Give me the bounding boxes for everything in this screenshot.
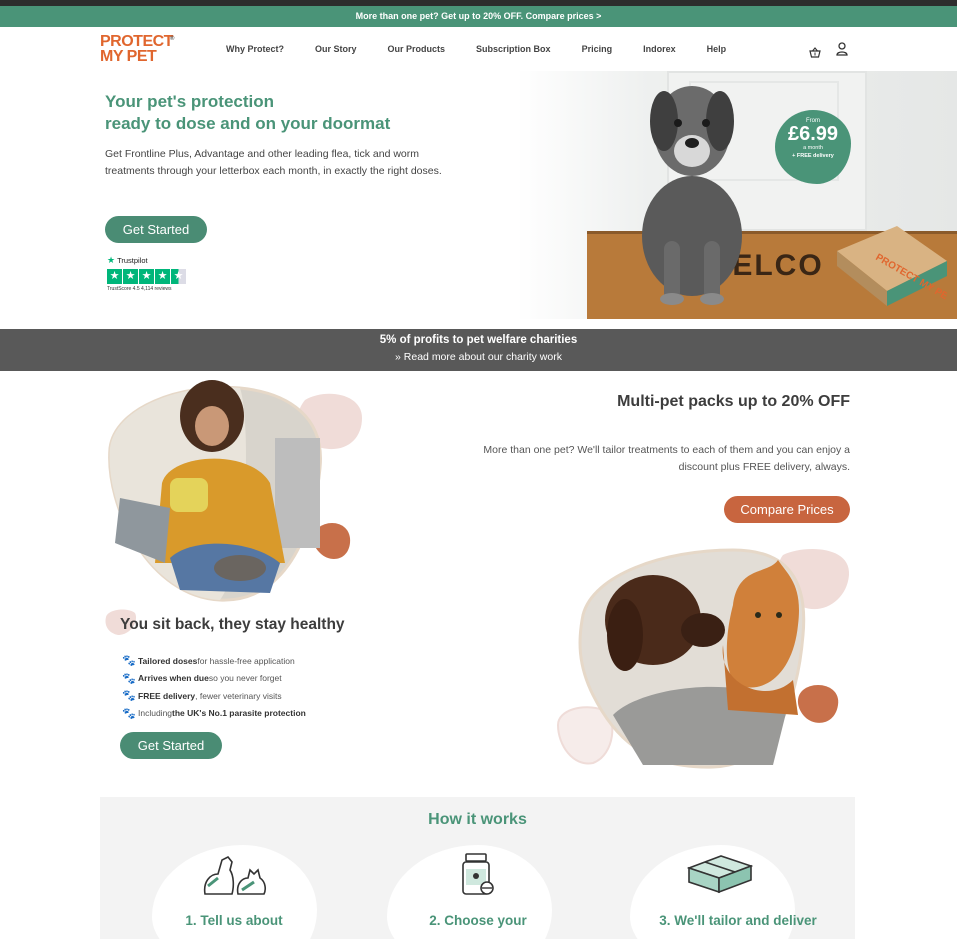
feature-item: 🐾 Including the UK's No.1 parasite prote…: [122, 705, 306, 723]
basket-icon[interactable]: [809, 45, 821, 63]
half-star-icon: ★: [171, 269, 186, 284]
nav-why-protect[interactable]: Why Protect?: [226, 44, 284, 54]
charity-link-text: Read more about our charity work: [403, 351, 562, 363]
how-it-works-section: How it works 1. Tell us about 2. Choose …: [100, 797, 855, 939]
logo[interactable]: PROTECT MY PET ®: [100, 33, 174, 65]
nav-our-story[interactable]: Our Story: [315, 44, 357, 54]
hero-get-started-button[interactable]: Get Started: [105, 216, 207, 243]
double-chevron-icon: »: [395, 351, 401, 363]
feature-prefix: Including: [138, 708, 173, 719]
charity-link[interactable]: » Read more about our charity work: [0, 351, 957, 363]
logo-line-2: MY PET: [100, 48, 157, 65]
price-badge: From £6.99 a month + FREE delivery: [775, 110, 851, 184]
woman-with-cat-image: [108, 380, 362, 602]
feature-item: 🐾 FREE delivery , fewer veterinary visit…: [122, 687, 306, 705]
trademark-mark: ®: [170, 36, 174, 42]
hero-description: Get Frontline Plus, Advantage and other …: [105, 148, 442, 177]
price-delivery: + FREE delivery: [792, 153, 834, 159]
feature-rest: , fewer veterinary visits: [195, 690, 282, 701]
nav-indorex[interactable]: Indorex: [643, 44, 676, 54]
sitback-title: You sit back, they stay healthy: [120, 616, 345, 633]
main-nav: Why Protect? Our Story Our Products Subs…: [226, 27, 757, 71]
star-icon: ★: [139, 269, 154, 284]
feature-rest: so you never forget: [208, 673, 282, 684]
feature-bold: the UK's No.1 parasite protection: [172, 708, 306, 719]
feature-bold: Arrives when due: [138, 673, 209, 684]
sitback-get-started-button[interactable]: Get Started: [120, 732, 222, 759]
feature-bold: FREE delivery: [138, 690, 196, 701]
price-amount: £6.99: [787, 123, 839, 145]
star-icon: ★: [123, 269, 138, 284]
star-icon: ★: [155, 269, 170, 284]
charity-headline: 5% of profits to pet welfare charities: [379, 334, 578, 346]
nav-subscription-box[interactable]: Subscription Box: [476, 44, 551, 54]
paw-icon: 🐾: [122, 672, 136, 685]
trustpilot-star-icon: ★: [107, 255, 116, 265]
trustpilot-stars: ★ ★ ★ ★ ★: [107, 269, 186, 284]
nav-our-products[interactable]: Our Products: [388, 44, 446, 54]
hero-title: Your pet's protection ready to dose and …: [105, 91, 390, 135]
hero-title-line-2: ready to dose and on your doormat: [105, 114, 391, 133]
paw-icon: 🐾: [122, 690, 136, 703]
nav-pricing[interactable]: Pricing: [582, 44, 613, 54]
paw-icon: 🐾: [122, 707, 136, 720]
compare-prices-button[interactable]: Compare Prices: [724, 496, 850, 523]
trustpilot-brand: ★ Trustpilot: [107, 255, 186, 266]
medicine-bottle-icon: [462, 853, 494, 895]
account-icon[interactable]: [836, 42, 848, 61]
hero-title-line-1: Your pet's protection: [105, 92, 275, 111]
feature-list: 🐾 Tailored doses for hassle-free applica…: [122, 652, 306, 722]
trustpilot-label: Trustpilot: [117, 256, 148, 265]
star-icon: ★: [107, 269, 122, 284]
step-2-title: 2. Choose your: [429, 913, 527, 928]
trustpilot-score: TrustScore 4.5 4,114 reviews: [107, 286, 172, 292]
feature-item: 🐾 Tailored doses for hassle-free applica…: [122, 652, 306, 670]
dog-and-cat-icon: [203, 855, 266, 895]
promo-banner-link[interactable]: More than one pet? Get up to 20% OFF. Co…: [0, 6, 957, 27]
step-3-title: 3. We'll tailor and deliver: [659, 913, 817, 928]
feature-bold: Tailored doses: [138, 655, 198, 666]
feature-item: 🐾 Arrives when due so you never forget: [122, 670, 306, 688]
dog-illustration: [642, 86, 742, 305]
charity-bar: 5% of profits to pet welfare charities »…: [0, 329, 957, 371]
site-header: PROTECT MY PET ® Why Protect? Our Story …: [0, 27, 957, 71]
dog-and-cat-image: [556, 548, 850, 769]
logo-line-1: PROTECT: [100, 33, 173, 50]
step-1-title: 1. Tell us about: [185, 913, 283, 928]
paw-icon: 🐾: [122, 655, 136, 668]
multipet-title: Multi-pet packs up to 20% OFF: [617, 393, 850, 410]
feature-rest: for hassle-free application: [197, 655, 295, 666]
how-it-works-title: How it works: [428, 811, 527, 828]
price-period: a month: [803, 145, 823, 151]
multipet-description: More than one pet? We'll tailor treatmen…: [483, 444, 850, 473]
protect-my-pet-box: PROTECT MY PET: [837, 226, 947, 306]
parcel-box-icon: [687, 855, 753, 894]
hero-dog-image: WELCO PROTECT MY PET: [517, 71, 957, 319]
nav-help[interactable]: Help: [707, 44, 727, 54]
trustpilot-widget[interactable]: ★ Trustpilot ★ ★ ★ ★ ★ TrustScore 4.5 4,…: [107, 255, 186, 292]
